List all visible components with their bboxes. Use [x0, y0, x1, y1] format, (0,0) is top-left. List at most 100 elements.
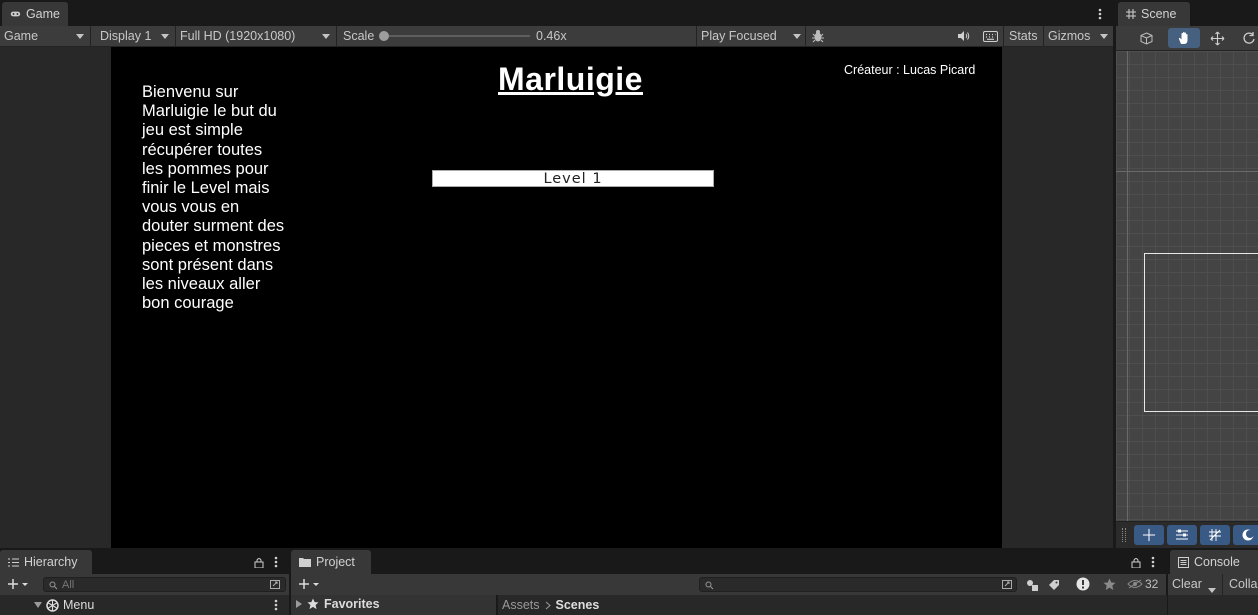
breadcrumb-assets[interactable]: Assets [502, 598, 540, 612]
search-options-icon[interactable] [1002, 580, 1013, 590]
hidden-packages-toggle[interactable]: 32 [1127, 577, 1158, 591]
tab-console[interactable]: Console [1170, 550, 1258, 574]
tab-scene-label: Scene [1141, 7, 1177, 21]
bug-icon[interactable] [809, 28, 827, 44]
hierarchy-tree: Menu [0, 595, 289, 615]
scale-label: Scale [343, 29, 375, 43]
clear-options-dropdown[interactable] [1208, 582, 1216, 596]
tab-hierarchy-label: Hierarchy [24, 555, 78, 569]
creator-credit: Créateur : Lucas Picard [844, 63, 976, 77]
scene-view[interactable] [1116, 51, 1258, 521]
favorites-item[interactable]: Favorites [296, 597, 380, 611]
orientation-icon[interactable] [1233, 525, 1258, 545]
chevron-down-icon [1208, 588, 1216, 593]
move-tool-icon[interactable] [1208, 28, 1226, 48]
console-log-area [1168, 595, 1258, 615]
more-options-icon[interactable] [1092, 6, 1108, 22]
move-tool-icon[interactable] [1134, 525, 1164, 545]
gizmos-dropdown[interactable]: Gizmos [1043, 26, 1113, 46]
game-view[interactable]: Bienvenu sur Marluigie le but du jeu est s… [111, 47, 1002, 548]
hidden-packages-count: 32 [1145, 577, 1159, 591]
more-options-icon[interactable] [270, 555, 282, 569]
chevron-right-icon [545, 601, 551, 609]
lock-icon[interactable] [1129, 555, 1143, 569]
unity-scene-icon [46, 598, 59, 612]
scene-tab-strip: Scene [1116, 0, 1258, 26]
scale-slider-handle[interactable] [379, 31, 389, 41]
game-toolbar: Game Display 1 Full HD (1920x1080) Scale… [0, 26, 1113, 47]
tab-scene[interactable]: Scene [1118, 2, 1190, 26]
hierarchy-toolbar: All [0, 574, 289, 595]
lock-icon[interactable] [252, 555, 266, 569]
display-dropdown[interactable]: Display 1 [91, 26, 176, 46]
hierarchy-search-input[interactable]: All [43, 577, 286, 592]
scale-slider[interactable] [379, 31, 530, 41]
create-asset-button[interactable] [295, 576, 323, 592]
game-tab-strip: Game [0, 0, 1113, 26]
chevron-down-icon [322, 33, 330, 39]
resolution-label: Full HD (1920x1080) [180, 29, 296, 43]
game-title: Marluigie [498, 61, 643, 97]
intro-text-line: Bienvenu sur [142, 83, 239, 101]
console-icon [1178, 556, 1189, 568]
star-icon [307, 598, 319, 610]
scene-overlay-toolbar [1116, 521, 1258, 549]
project-breadcrumb-bar: Assets Scenes [497, 595, 1167, 615]
chevron-down-icon [161, 33, 169, 39]
display-label: Display 1 [100, 29, 152, 43]
project-toolbar: 32 [291, 574, 1166, 595]
tab-project[interactable]: Project [291, 550, 371, 574]
transform-settings-icon[interactable] [1167, 525, 1197, 545]
scene-menu-icon[interactable] [270, 598, 282, 612]
search-options-icon[interactable] [270, 580, 281, 590]
expand-arrow-icon[interactable] [296, 600, 302, 608]
breadcrumb-scenes[interactable]: Scenes [556, 598, 600, 612]
game-mode-dropdown[interactable]: Game [0, 26, 91, 46]
add-object-button[interactable] [4, 576, 32, 592]
drag-handle-icon[interactable] [1122, 528, 1126, 542]
resolution-dropdown[interactable]: Full HD (1920x1080) [176, 26, 337, 46]
scene-toolbar [1116, 26, 1258, 51]
play-mode-dropdown[interactable]: Play Focused [696, 26, 806, 46]
tab-hierarchy[interactable]: Hierarchy [0, 550, 92, 574]
collapse-button[interactable]: Colla [1222, 574, 1258, 595]
hierarchy-scene-row[interactable]: Menu [34, 598, 94, 612]
hierarchy-panel: Hierarchy All Menu [0, 550, 289, 615]
chevron-down-icon [76, 33, 84, 39]
tab-game[interactable]: Game [2, 2, 68, 26]
intro-text-line: finir le Level mais [142, 179, 270, 198]
gizmos-label: Gizmos [1048, 29, 1091, 43]
intro-text-line: douter surment des [142, 217, 285, 236]
star-icon[interactable] [1101, 576, 1117, 592]
intro-text-line: vous vous en [142, 198, 240, 217]
clear-button[interactable]: Clear [1172, 577, 1202, 591]
search-icon [49, 581, 58, 590]
scale-value: 0.46x [536, 29, 567, 43]
level-1-button[interactable]: Level 1 [432, 170, 714, 187]
favorites-label: Favorites [324, 597, 380, 611]
breadcrumb: Assets Scenes [502, 598, 599, 612]
intro-text-line: pieces et monstres [142, 236, 281, 255]
tab-project-label: Project [316, 555, 355, 569]
intro-text-line: Marluigie le but du [142, 102, 277, 121]
hierarchy-search-placeholder: All [62, 579, 75, 591]
filter-by-label-icon[interactable] [1046, 577, 1062, 592]
cube-icon[interactable] [1138, 30, 1154, 46]
expand-arrow-icon[interactable] [34, 602, 42, 608]
warning-filter-icon[interactable] [1075, 576, 1091, 592]
scene-grid-axis-vertical [1127, 51, 1128, 521]
filter-by-type-icon[interactable] [1024, 577, 1040, 592]
stats-button[interactable]: Stats [1003, 26, 1043, 46]
audio-mute-icon[interactable] [954, 28, 972, 44]
hand-tool-icon[interactable] [1168, 28, 1200, 48]
intro-text-line: sont présent dans [142, 255, 274, 274]
console-panel: Console Clear Colla [1131, 550, 1258, 615]
more-options-icon[interactable] [1147, 555, 1159, 569]
rotate-tool-icon[interactable] [1240, 28, 1258, 48]
keyboard-icon[interactable] [980, 28, 1000, 44]
play-mode-label: Play Focused [701, 29, 777, 43]
folder-icon [299, 558, 311, 567]
grid-snap-icon[interactable] [1200, 525, 1230, 545]
project-search-input[interactable] [699, 577, 1017, 592]
tab-console-label: Console [1194, 555, 1240, 569]
